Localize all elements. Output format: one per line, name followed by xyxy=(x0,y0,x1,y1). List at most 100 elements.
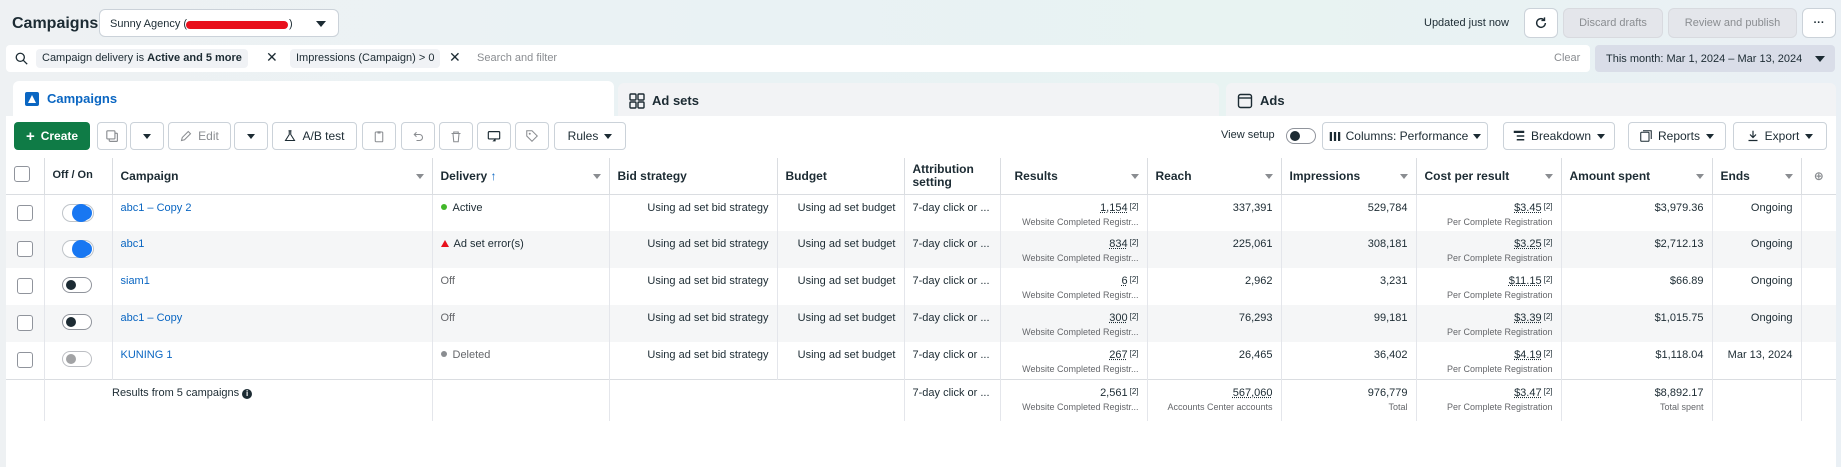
edit-menu-button[interactable] xyxy=(234,122,268,150)
header-budget[interactable]: Budget xyxy=(777,158,905,195)
campaign-name-link[interactable]: abc1 – Copy xyxy=(121,312,183,324)
row-checkbox[interactable] xyxy=(17,241,33,257)
filter-bar[interactable]: Campaign delivery is Active and 5 more ✕… xyxy=(6,45,1590,72)
cpr-sub: Per Complete Registration xyxy=(1446,327,1553,337)
budget: Using ad set budget xyxy=(797,201,896,214)
date-range-picker[interactable]: This month: Mar 1, 2024 – Mar 13, 2024 xyxy=(1595,45,1835,72)
table-row[interactable]: abc1 Ad set error(s) Using ad set bid st… xyxy=(6,231,1836,268)
ends-value: Ongoing xyxy=(1750,238,1793,250)
header-attribution[interactable]: Attribution setting xyxy=(904,158,1001,195)
row-checkbox[interactable] xyxy=(17,278,33,294)
clear-filters-link[interactable]: Clear xyxy=(1554,52,1580,64)
warning-icon xyxy=(440,240,449,247)
delivery-status: Off xyxy=(440,275,455,287)
info-icon[interactable]: i xyxy=(242,388,253,399)
chevron-down-icon xyxy=(1784,174,1793,179)
select-all-checkbox[interactable] xyxy=(14,166,30,183)
campaign-name-link[interactable]: KUNING 1 xyxy=(121,349,173,361)
attribution: 7-day click or ... xyxy=(912,312,990,324)
account-name: Sunny Agency ( xyxy=(110,18,188,30)
cpr-sub: Per Complete Registration xyxy=(1446,290,1553,300)
account-selector[interactable]: Sunny Agency ( ) xyxy=(99,9,339,37)
header-amount-spent[interactable]: Amount spent xyxy=(1561,158,1713,195)
table-row[interactable]: abc1 – Copy 2 Active Using ad set bid st… xyxy=(6,194,1836,231)
ab-test-button[interactable]: A/B test xyxy=(272,122,357,150)
row-toggle[interactable] xyxy=(61,203,94,222)
tab-ad-sets[interactable]: Ad sets xyxy=(618,83,1219,118)
summary-cpr-sub: Per Complete Registration xyxy=(1446,401,1553,412)
duplicate-button[interactable] xyxy=(97,122,127,150)
more-options-button[interactable]: ··· xyxy=(1802,8,1836,38)
impressions-value: 308,181 xyxy=(1367,238,1408,250)
row-toggle[interactable] xyxy=(61,277,92,293)
attribution: 7-day click or ... xyxy=(912,201,990,214)
bid-strategy: Using ad set bid strategy xyxy=(647,238,769,250)
campaign-name-link[interactable]: abc1 xyxy=(121,238,145,250)
results-sub: Website Completed Registr... xyxy=(1022,364,1139,374)
impressions-value: 529,784 xyxy=(1367,201,1408,214)
filter-chip-impressions[interactable]: Impressions (Campaign) > 0 xyxy=(290,49,441,68)
header-cost-per-result[interactable]: Cost per result xyxy=(1416,158,1562,195)
amount-spent-value: $66.89 xyxy=(1669,275,1704,287)
attribution: 7-day click or ... xyxy=(912,349,990,361)
row-toggle[interactable] xyxy=(61,314,92,330)
rules-button[interactable]: Rules xyxy=(554,122,626,150)
impressions-value: 3,231 xyxy=(1379,275,1408,287)
impressions-value: 99,181 xyxy=(1373,312,1408,324)
reports-button[interactable]: Reports xyxy=(1628,122,1726,150)
preview-button[interactable] xyxy=(477,122,511,150)
refresh-button[interactable] xyxy=(1524,8,1558,38)
view-setup-label: View setup xyxy=(1221,129,1275,141)
table-row[interactable]: abc1 – Copy Off Using ad set bid strateg… xyxy=(6,305,1836,342)
row-toggle[interactable] xyxy=(61,240,94,258)
table-row[interactable]: siam1 Off Using ad set bid strategy Usin… xyxy=(6,268,1836,305)
undo-button[interactable] xyxy=(401,122,435,150)
row-checkbox[interactable] xyxy=(17,352,33,368)
campaign-name-link[interactable]: abc1 – Copy 2 xyxy=(121,202,192,214)
row-toggle[interactable] xyxy=(61,351,92,367)
tab-campaigns[interactable]: Campaigns xyxy=(13,81,614,116)
row-checkbox[interactable] xyxy=(17,315,33,331)
header-impressions[interactable]: Impressions xyxy=(1281,158,1417,195)
campaign-name-link[interactable]: siam1 xyxy=(121,275,150,287)
table-row[interactable]: KUNING 1 Deleted Using ad set bid strate… xyxy=(6,342,1836,379)
close-icon[interactable]: ✕ xyxy=(449,50,461,64)
header-results[interactable]: Results xyxy=(1000,158,1148,195)
campaigns-table: Off / On Campaign Delivery ↑ Bid strateg… xyxy=(6,158,1836,421)
create-button[interactable]: + Create xyxy=(14,122,90,150)
view-setup-toggle[interactable] xyxy=(1286,128,1316,144)
bid-strategy: Using ad set bid strategy xyxy=(647,275,769,287)
header-ends[interactable]: Ends xyxy=(1712,158,1802,195)
budget: Using ad set budget xyxy=(797,349,896,361)
discard-drafts-button[interactable]: Discard drafts xyxy=(1563,8,1663,38)
header-delivery[interactable]: Delivery ↑ xyxy=(432,158,610,195)
search-input[interactable]: Search and filter xyxy=(477,52,557,64)
results-value: 6 [2] xyxy=(1121,275,1139,287)
columns-button[interactable]: Columns: Performance xyxy=(1322,122,1488,150)
review-publish-button[interactable]: Review and publish xyxy=(1668,8,1797,38)
reach-value: 225,061 xyxy=(1232,238,1273,250)
close-icon[interactable]: ✕ xyxy=(266,50,278,64)
campaign-icon xyxy=(25,92,39,106)
chevron-down-icon xyxy=(604,133,613,139)
results-value: 1,154 [2] xyxy=(1100,201,1139,214)
chevron-down-icon xyxy=(316,21,326,27)
tab-ads[interactable]: Ads xyxy=(1226,83,1836,118)
undo-icon xyxy=(413,131,423,142)
filter-chip-delivery[interactable]: Campaign delivery is Active and 5 more xyxy=(36,49,248,68)
tag-button[interactable] xyxy=(515,122,549,150)
header-reach[interactable]: Reach xyxy=(1147,158,1282,195)
header-campaign[interactable]: Campaign xyxy=(112,158,433,195)
export-button[interactable]: Export xyxy=(1733,122,1827,150)
edit-button[interactable]: Edit xyxy=(168,122,231,150)
archive-button[interactable] xyxy=(362,122,396,150)
updated-status: Updated just now xyxy=(1424,17,1509,29)
add-column-button[interactable]: ⊕ xyxy=(1801,158,1836,195)
row-checkbox[interactable] xyxy=(17,204,33,221)
select-all-cell[interactable] xyxy=(6,158,45,195)
bid-strategy: Using ad set bid strategy xyxy=(647,201,769,214)
duplicate-menu-button[interactable] xyxy=(130,122,164,150)
delete-button[interactable] xyxy=(439,122,473,150)
header-bid-strategy[interactable]: Bid strategy xyxy=(609,158,778,195)
breakdown-button[interactable]: Breakdown xyxy=(1503,122,1615,150)
